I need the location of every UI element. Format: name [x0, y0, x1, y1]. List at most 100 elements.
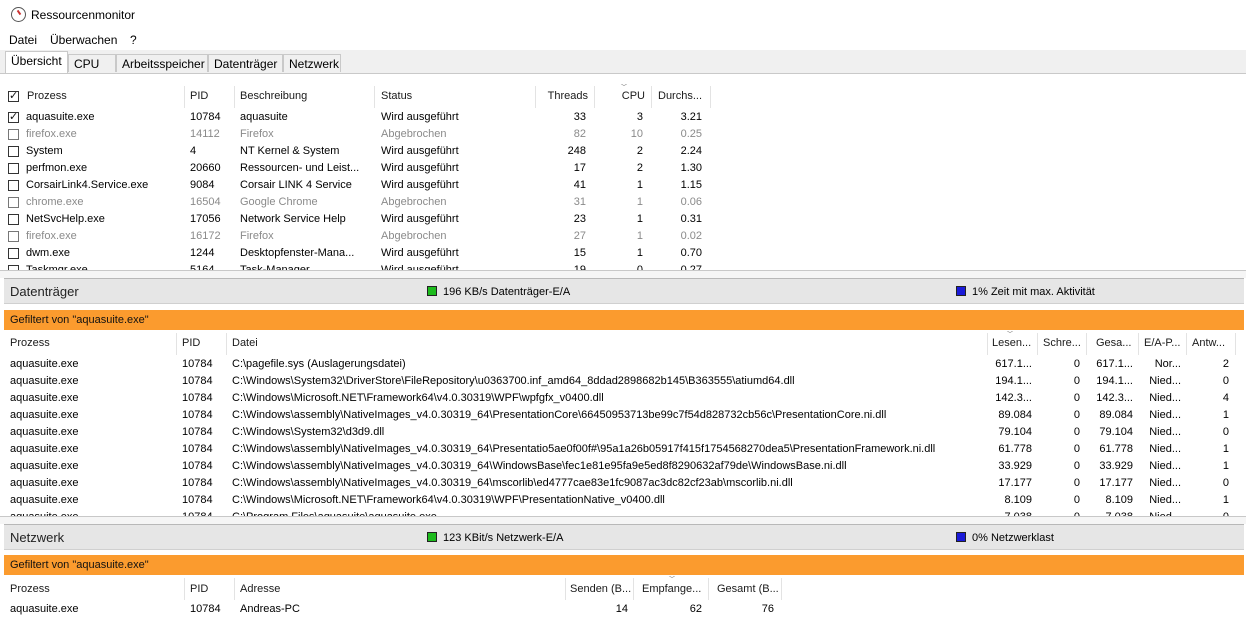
column-separator[interactable]	[374, 86, 375, 108]
total-rate: 79.104	[1099, 426, 1133, 438]
table-row[interactable]: aquasuite.exe 10784 C:\Windows\assembly\Na…	[4, 441, 1244, 458]
io-priority: Nied...	[1149, 460, 1181, 472]
process-cpu: 2	[636, 162, 643, 174]
table-row[interactable]: aquasuite.exe 10784 Andreas-PC 14 62 76	[4, 601, 1244, 618]
column-separator[interactable]	[708, 578, 709, 600]
col-threads[interactable]: Threads	[536, 90, 588, 102]
column-separator[interactable]	[184, 86, 185, 108]
table-row[interactable]: firefox.exe 16172 Firefox Abgebrochen 27 1 0.0…	[4, 228, 714, 245]
col-pid[interactable]: PID	[190, 90, 208, 102]
tab-datentraeger[interactable]: Datenträger	[208, 54, 283, 72]
column-separator[interactable]	[781, 578, 782, 600]
col-pid[interactable]: PID	[182, 337, 200, 349]
table-row[interactable]: aquasuite.exe10784C:\Program Files\aquas…	[4, 509, 1244, 516]
column-separator[interactable]	[565, 578, 566, 600]
file-path: C:\Windows\Microsoft.NET\Framework64\v4.…	[232, 494, 665, 506]
process-cpu: 1	[636, 213, 643, 225]
col-status[interactable]: Status	[381, 90, 412, 102]
column-separator[interactable]	[710, 86, 711, 108]
menu-datei[interactable]: Datei	[9, 33, 37, 47]
tab-uebersicht[interactable]: Übersicht	[5, 51, 68, 74]
process-name: NetSvcHelp.exe	[26, 213, 105, 225]
total-rate: 142.3...	[1096, 392, 1133, 404]
col-beschreibung[interactable]: Beschreibung	[240, 90, 307, 102]
table-row[interactable]: firefox.exe 14112 Firefox Abgebrochen 82 10 0.…	[4, 126, 714, 143]
table-row[interactable]: aquasuite.exe 10784 C:\Windows\assembly\Na…	[4, 475, 1244, 492]
col-gesamt[interactable]: Gesa...	[1096, 337, 1131, 349]
response-time: 0	[1222, 477, 1229, 489]
column-separator[interactable]	[1086, 333, 1087, 355]
table-row[interactable]: perfmon.exe 20660 Ressourcen- und Leist...…	[4, 160, 714, 177]
column-separator[interactable]	[1235, 333, 1236, 355]
row-checkbox[interactable]	[8, 146, 19, 157]
col-pid[interactable]: PID	[190, 583, 208, 595]
column-separator[interactable]	[176, 333, 177, 355]
row-checkbox[interactable]	[8, 231, 19, 242]
menu-ueberwachen[interactable]: Überwachen	[50, 33, 117, 47]
row-checkbox[interactable]	[8, 163, 19, 174]
process-name: aquasuite.exe	[10, 477, 79, 489]
table-row[interactable]: NetSvcHelp.exe 17056 Network Service Help W…	[4, 211, 714, 228]
response-time: 0	[1222, 375, 1229, 387]
column-separator[interactable]	[1037, 333, 1038, 355]
column-separator[interactable]	[1138, 333, 1139, 355]
col-durchschnitt[interactable]: Durchs...	[658, 90, 702, 102]
column-separator[interactable]	[1186, 333, 1187, 355]
table-row[interactable]: CorsairLink4.Service.exe 9084 Corsair LINK…	[4, 177, 714, 194]
row-checkbox[interactable]	[8, 110, 19, 123]
col-ea-prioritaet[interactable]: E/A-P...	[1144, 337, 1180, 349]
process-pid: 4	[190, 145, 197, 157]
process-cpu: 1	[636, 196, 643, 208]
tab-netzwerk[interactable]: Netzwerk	[283, 54, 341, 72]
table-row[interactable]: aquasuite.exe 10784 C:\Windows\assembly\Na…	[4, 458, 1244, 475]
column-separator[interactable]	[234, 86, 235, 108]
tab-arbeitsspeicher[interactable]: Arbeitsspeicher	[116, 54, 208, 72]
col-prozess[interactable]: Prozess	[10, 583, 50, 595]
panel-splitter[interactable]	[0, 516, 1246, 524]
table-row[interactable]: aquasuite.exe 10784 C:\Windows\Microsoft.N…	[4, 492, 1244, 509]
table-row[interactable]: aquasuite.exe 10784 C:\pagefile.sys (Ausla…	[4, 356, 1244, 373]
section-header-datentraeger[interactable]: Datenträger 196 KB/s Datenträger-E/A 1% …	[4, 278, 1244, 304]
row-checkbox[interactable]	[8, 129, 19, 140]
table-row[interactable]: aquasuite.exe 10784 C:\Windows\Microsoft.N…	[4, 390, 1244, 407]
col-prozess[interactable]: Prozess	[10, 337, 50, 349]
column-separator[interactable]	[184, 578, 185, 600]
select-all-checkbox[interactable]	[8, 89, 19, 102]
process-name: aquasuite.exe	[10, 603, 79, 615]
process-name: chrome.exe	[26, 196, 84, 208]
column-separator[interactable]	[633, 578, 634, 600]
tab-cpu[interactable]: CPU	[68, 54, 116, 72]
column-separator[interactable]	[987, 333, 988, 355]
col-prozess[interactable]: Prozess	[27, 90, 67, 102]
table-row[interactable]: aquasuite.exe 10784 C:\Windows\assembly\Na…	[4, 407, 1244, 424]
table-row[interactable]: System 4 NT Kernel & System Wird ausgeführt…	[4, 143, 714, 160]
table-row[interactable]: Taskmgr.exe 5164 Task-Manager Wird ausgefüh…	[4, 262, 714, 270]
col-datei[interactable]: Datei	[232, 337, 258, 349]
table-row[interactable]: aquasuite.exe 10784 aquasuite Wird ausgefüh…	[4, 109, 714, 126]
row-checkbox[interactable]	[8, 214, 19, 225]
col-antwortzeit[interactable]: Antw...	[1192, 337, 1225, 349]
column-separator[interactable]	[234, 578, 235, 600]
panel-splitter[interactable]	[0, 270, 1246, 278]
table-row[interactable]: dwm.exe 1244 Desktopfenster-Mana... Wird au…	[4, 245, 714, 262]
table-row[interactable]: aquasuite.exe 10784 C:\Windows\System32\Dr…	[4, 373, 1244, 390]
process-cpu: 2	[636, 145, 643, 157]
col-cpu[interactable]: CPU	[595, 90, 645, 102]
row-checkbox[interactable]	[8, 197, 19, 208]
menu-help[interactable]: ?	[130, 33, 137, 47]
row-checkbox[interactable]	[8, 248, 19, 259]
col-lesen[interactable]: Lesen...	[992, 337, 1031, 349]
row-checkbox[interactable]	[8, 180, 19, 191]
table-row[interactable]: aquasuite.exe 10784 C:\Windows\System32\d3…	[4, 424, 1244, 441]
col-senden[interactable]: Senden (B...	[570, 583, 631, 595]
table-row[interactable]: chrome.exe 16504 Google Chrome Abgebrochen 3…	[4, 194, 714, 211]
process-threads: 15	[573, 247, 586, 259]
col-adresse[interactable]: Adresse	[240, 583, 280, 595]
section-header-netzwerk[interactable]: Netzwerk 123 KBit/s Netzwerk-E/A 0% Netz…	[4, 524, 1244, 550]
col-empfangen[interactable]: Empfange...	[642, 583, 701, 595]
column-separator[interactable]	[651, 86, 652, 108]
col-schreiben[interactable]: Schre...	[1043, 337, 1081, 349]
read-rate: 33.929	[998, 460, 1032, 472]
col-gesamt[interactable]: Gesamt (B...	[717, 583, 779, 595]
column-separator[interactable]	[226, 333, 227, 355]
